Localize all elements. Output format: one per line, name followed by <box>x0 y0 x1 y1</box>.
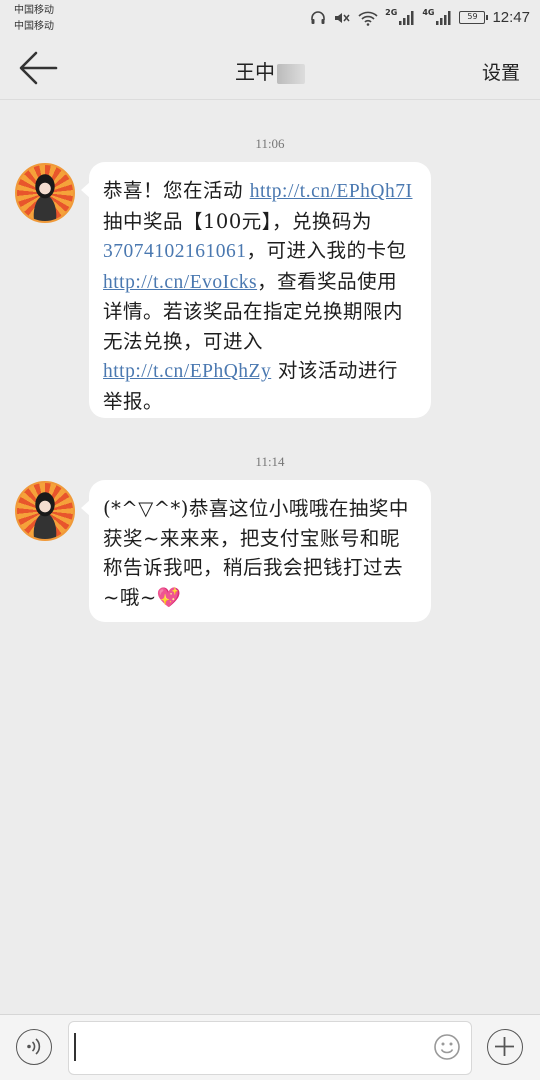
status-bar: 中国移动 中国移动 2G 4G 59 12:47 <box>0 0 540 38</box>
message-text: ，可进入我的卡包 <box>246 239 407 262</box>
signal-icon-2 <box>436 10 451 25</box>
message-bubble[interactable]: (*^▽^*)恭喜这位小哦哦在抽奖中获奖~来来来，把支付宝账号和昵称告诉我吧，稍… <box>81 480 431 622</box>
chat-header: 王中 设置 <box>0 38 540 100</box>
name-redaction <box>277 63 305 84</box>
battery-icon: 59 <box>459 11 489 24</box>
contact-name-text: 王 <box>235 60 255 84</box>
voice-icon <box>27 1038 41 1055</box>
status-time: 12:47 <box>492 9 530 26</box>
message-text: 抽中奖品【100元】，兑换码为 <box>103 209 372 233</box>
contact-name-extra: 中 <box>255 60 275 84</box>
mute-icon <box>335 12 350 23</box>
message-text: (*^▽^*)恭喜这位小哦哦在抽奖中获奖~来来来，把支付宝账号和昵称告诉我吧，稍… <box>103 497 409 609</box>
message-input[interactable] <box>68 1021 472 1075</box>
message-timestamp: 11:14 <box>255 454 285 469</box>
plus-icon <box>495 1037 514 1056</box>
sender-avatar[interactable] <box>15 163 75 223</box>
wifi-icon <box>358 11 378 26</box>
emoji-button[interactable] <box>433 1033 461 1061</box>
message-text: 恭喜！您在活动 <box>103 179 250 202</box>
contact-name: 王中 <box>0 56 540 85</box>
message-link[interactable]: http://t.cn/EPhQh7I <box>250 181 413 202</box>
sender-avatar[interactable] <box>15 481 75 541</box>
heart-emoji: 💖 <box>156 585 182 609</box>
message-link[interactable]: http://t.cn/EvoIcks <box>103 272 257 293</box>
message-timestamp: 11:06 <box>255 136 285 151</box>
message-link[interactable]: http://t.cn/EPhQhZy <box>103 361 271 382</box>
status-icons: 2G 4G 59 12:47 <box>310 8 530 26</box>
carrier-2: 中国移动 <box>14 21 54 32</box>
carrier-info: 中国移动 中国移动 <box>14 3 54 35</box>
signal-icon <box>399 10 414 25</box>
headphones-icon <box>311 10 325 24</box>
input-bar <box>0 1014 540 1080</box>
voice-button[interactable] <box>16 1029 52 1065</box>
add-button[interactable] <box>487 1029 523 1065</box>
text-cursor <box>74 1033 76 1061</box>
smiley-icon <box>434 1034 460 1060</box>
network-4g-label: 4G <box>422 8 435 17</box>
message-bubble[interactable]: 恭喜！您在活动 http://t.cn/EPhQh7I 抽中奖品【100元】，兑… <box>81 162 431 418</box>
settings-button[interactable]: 设置 <box>482 58 520 85</box>
redeem-code[interactable]: 37074102161061 <box>103 241 247 262</box>
network-2g-label: 2G <box>385 8 398 17</box>
carrier-1: 中国移动 <box>14 5 54 16</box>
